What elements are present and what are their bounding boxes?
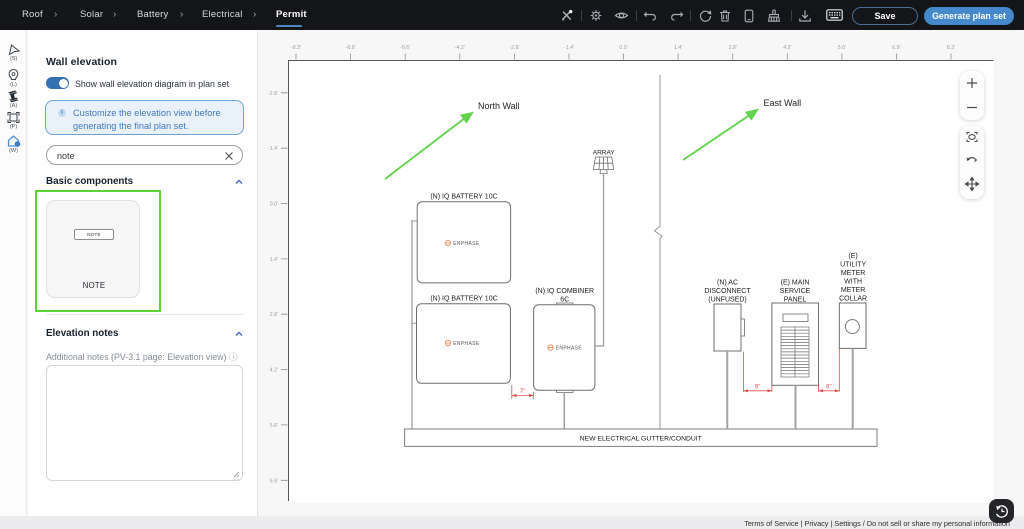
svg-text:6": 6" [826,384,831,390]
svg-text:1.4': 1.4' [674,45,682,51]
svg-text:9": 9" [755,384,760,390]
svg-text:North Wall: North Wall [478,101,520,111]
svg-text:5.6': 5.6' [270,423,278,429]
svg-text:UTILITY: UTILITY [840,262,866,269]
svg-text:2.8': 2.8' [729,45,737,51]
svg-text:DISCONNECT: DISCONNECT [704,288,751,295]
svg-text:8.3': 8.3' [947,45,955,51]
svg-text:PANEL: PANEL [784,297,807,304]
svg-text:-5.6': -5.6' [400,45,410,51]
svg-text:East Wall: East Wall [764,98,802,108]
svg-text:(N) AC: (N) AC [717,280,738,287]
svg-text:-6.9': -6.9' [346,45,356,51]
svg-text:(N) IQ COMBINER: (N) IQ COMBINER [535,288,594,295]
svg-text:-2.8': -2.8' [268,91,278,97]
svg-text:(E) MAIN: (E) MAIN [781,280,810,287]
svg-text:(N) IQ BATTERY 10C: (N) IQ BATTERY 10C [430,194,497,201]
svg-text:NEW ELECTRICAL GUTTER/CONDUIT: NEW ELECTRICAL GUTTER/CONDUIT [580,436,702,443]
svg-text:(N) IQ BATTERY 10C: (N) IQ BATTERY 10C [430,296,497,303]
svg-text:2.8': 2.8' [270,312,278,318]
svg-text:7": 7" [520,389,525,395]
svg-text:-8.3': -8.3' [291,45,301,51]
svg-text:WITH: WITH [844,279,862,286]
svg-text:6.9': 6.9' [270,478,278,484]
svg-text:5.6': 5.6' [838,45,846,51]
svg-text:1.4': 1.4' [270,257,278,263]
svg-text:METER: METER [841,270,866,277]
svg-text:0.0': 0.0' [270,202,278,208]
svg-text:-1.4': -1.4' [268,146,278,152]
svg-text:ARRAY: ARRAY [593,150,616,157]
svg-text:4.2': 4.2' [783,45,791,51]
svg-text:(E): (E) [848,253,857,260]
svg-text:-4.2': -4.2' [455,45,465,51]
svg-text:METER: METER [841,287,866,294]
svg-text:6C: 6C [560,297,569,304]
svg-text:0.0': 0.0' [619,45,627,51]
svg-text:4.2': 4.2' [270,368,278,374]
svg-text:-2.8': -2.8' [509,45,519,51]
svg-text:COLLAR: COLLAR [839,296,867,303]
svg-text:(UNFUSED): (UNFUSED) [708,297,747,304]
svg-text:-1.4': -1.4' [564,45,574,51]
svg-text:SERVICE: SERVICE [780,288,811,295]
svg-text:6.9': 6.9' [892,45,900,51]
